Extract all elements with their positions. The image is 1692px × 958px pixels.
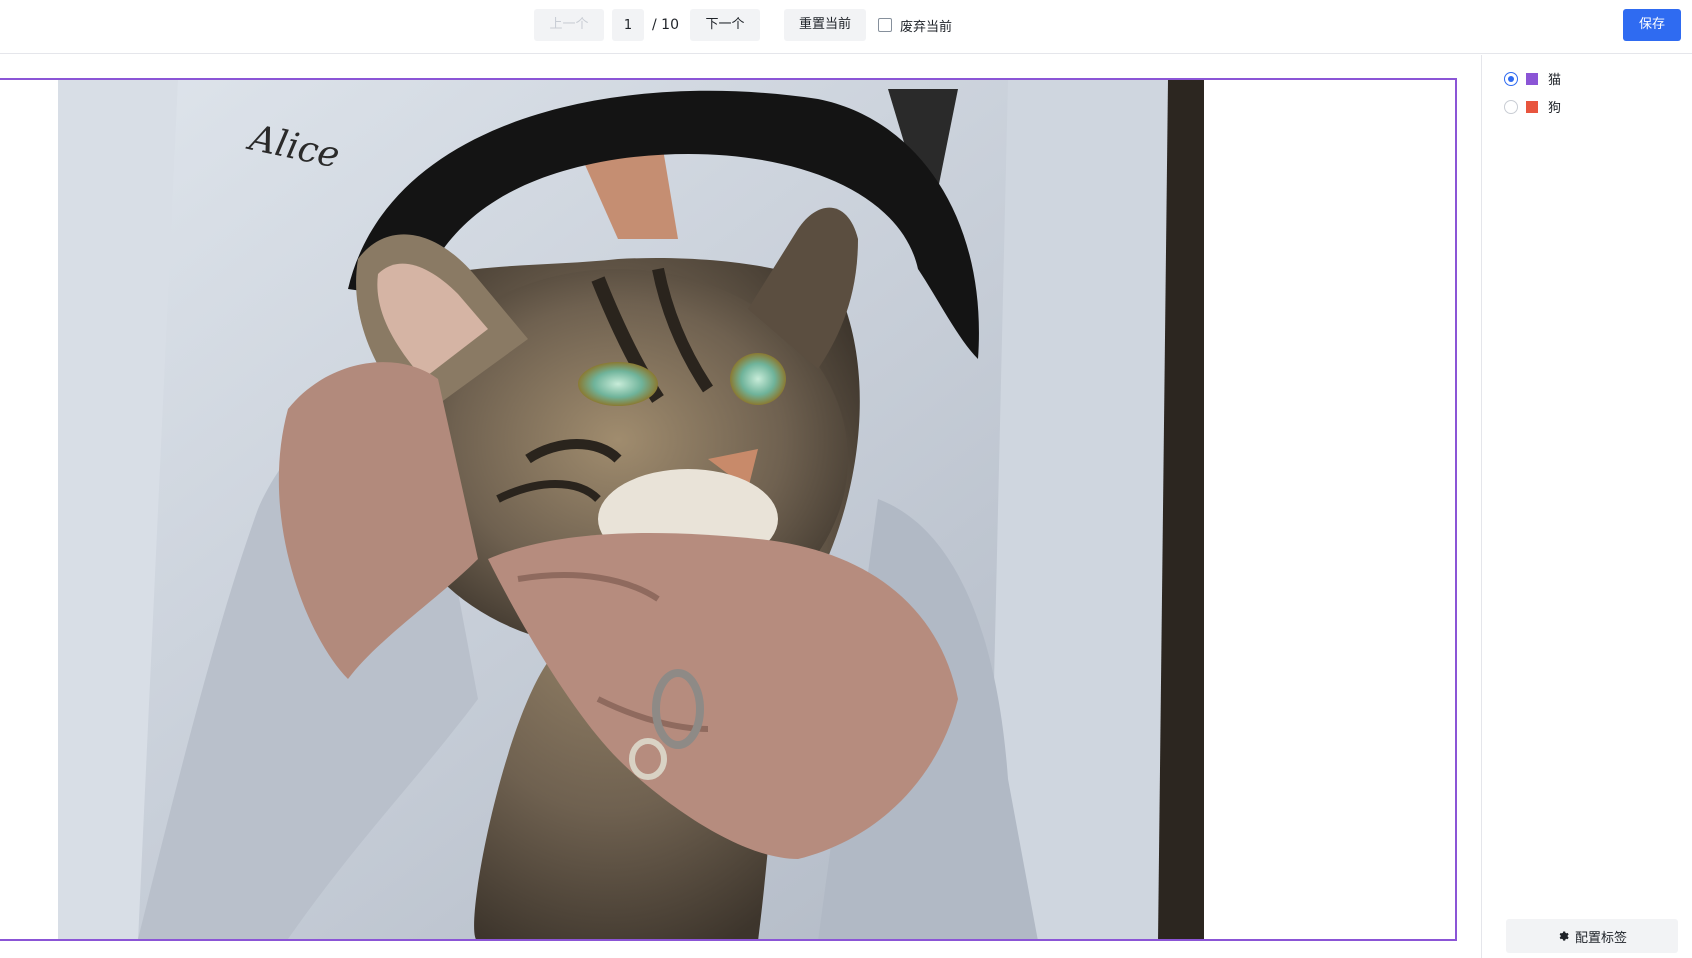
- config-labels-label: 配置标签: [1574, 930, 1627, 946]
- radio-unchecked-icon[interactable]: [1504, 99, 1518, 114]
- label-sidebar: 猫 狗 配置标签: [1481, 55, 1692, 958]
- next-button[interactable]: 下一个: [690, 9, 760, 41]
- gear-icon: [1559, 931, 1569, 941]
- prev-button[interactable]: 上一个: [534, 9, 604, 41]
- label-option-cat[interactable]: 猫: [1504, 69, 1561, 88]
- checkbox-icon[interactable]: [878, 18, 892, 32]
- config-labels-button[interactable]: 配置标签: [1506, 919, 1678, 953]
- save-button[interactable]: 保存: [1623, 9, 1681, 41]
- label-option-dog[interactable]: 狗: [1504, 97, 1561, 116]
- annotation-canvas[interactable]: Alice: [0, 55, 1481, 958]
- toolbar: 上一个 / 10 下一个 重置当前 废弃当前 保存: [0, 0, 1692, 54]
- discard-current-label: 废弃当前: [900, 19, 953, 35]
- radio-checked-icon[interactable]: [1504, 71, 1518, 86]
- page-number-input[interactable]: [612, 9, 644, 41]
- label-name: 狗: [1548, 101, 1562, 116]
- color-swatch-dog: [1526, 100, 1538, 113]
- reset-current-button[interactable]: 重置当前: [784, 9, 866, 41]
- label-name: 猫: [1548, 73, 1562, 88]
- color-swatch-cat: [1526, 72, 1538, 85]
- bounding-box-cat[interactable]: [0, 78, 1457, 941]
- page-total: / 10: [652, 17, 679, 33]
- discard-current-checkbox[interactable]: 废弃当前: [878, 9, 952, 41]
